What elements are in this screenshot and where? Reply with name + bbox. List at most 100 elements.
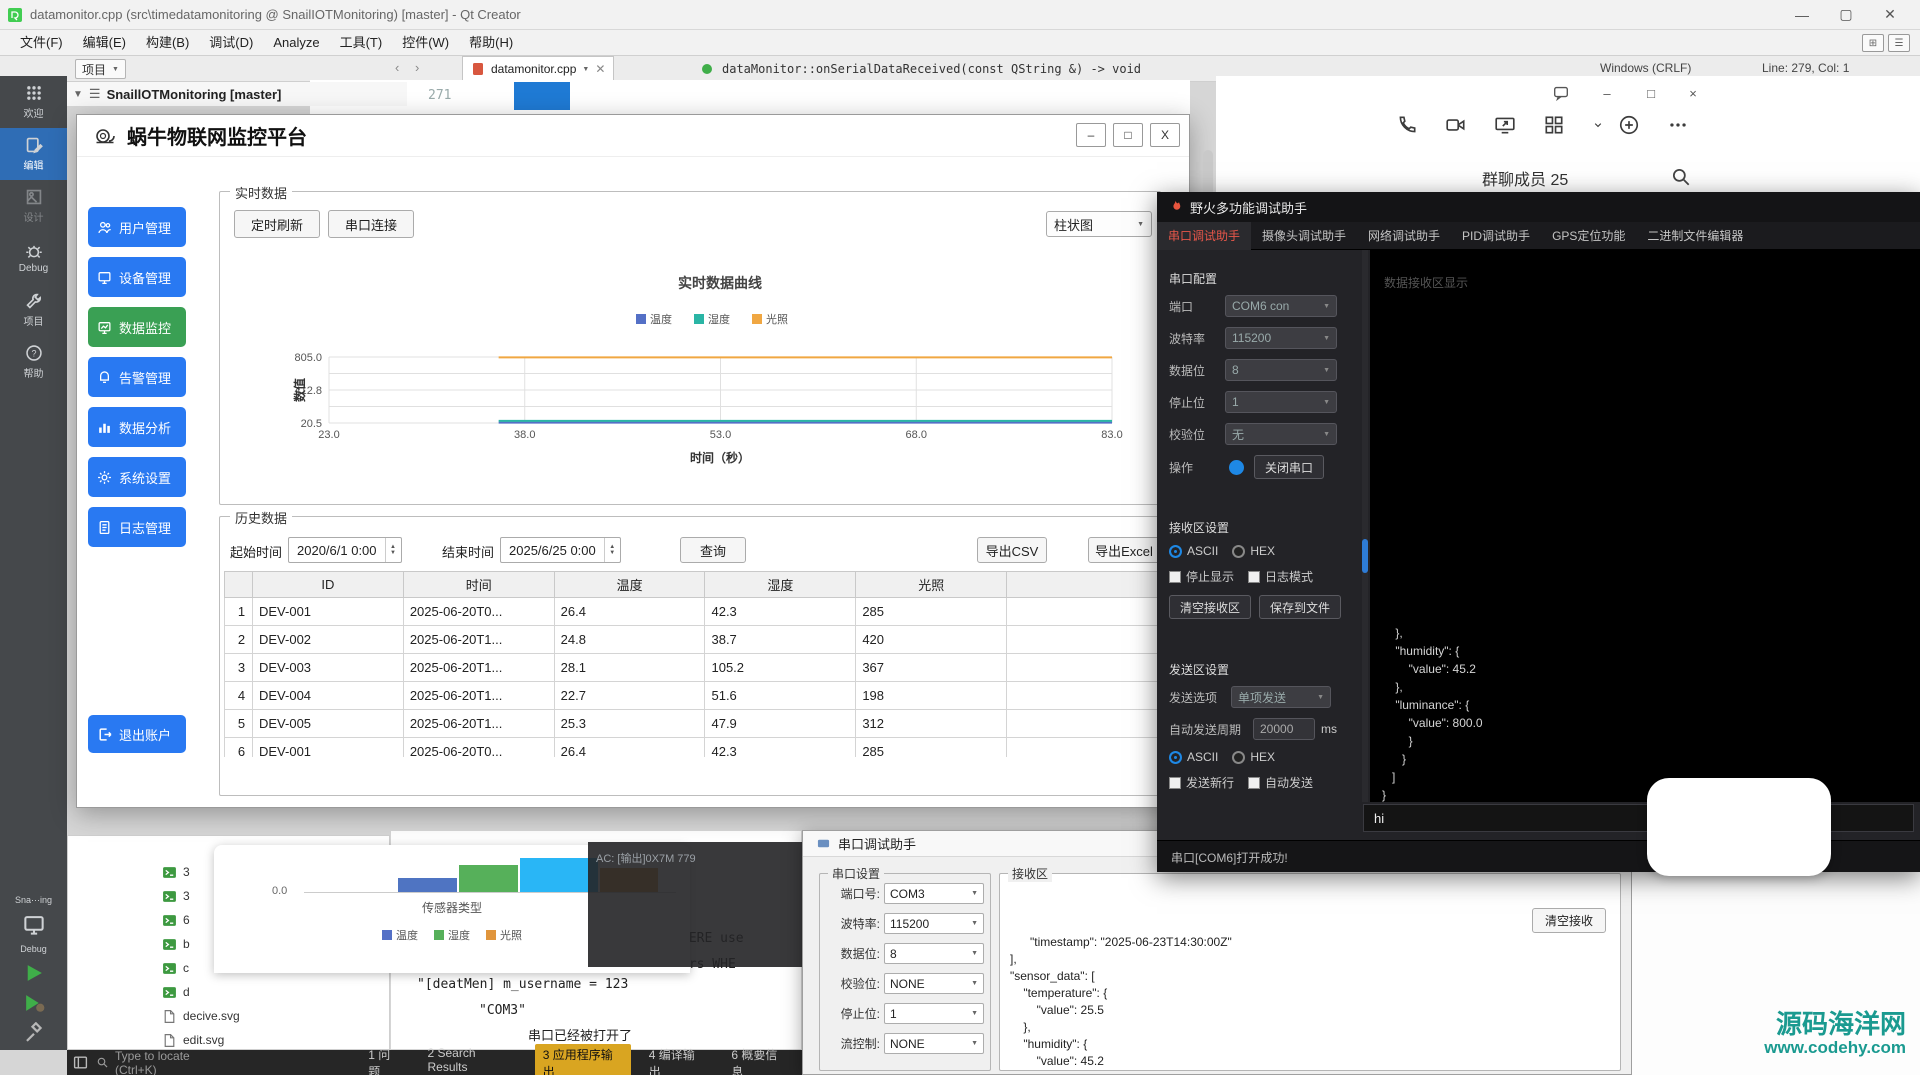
iot-maximize-button[interactable]: □	[1113, 123, 1143, 147]
chevron-down-icon[interactable]: ▼	[73, 89, 83, 100]
table-row[interactable]: 6DEV-0012025-06-20T0...26.442.3285	[225, 738, 1158, 758]
table-row[interactable]: 2DEV-0022025-06-20T1...24.838.7420	[225, 626, 1158, 654]
dock-item-编辑[interactable]: 编辑	[0, 128, 67, 180]
iot-minimize-button[interactable]: –	[1076, 123, 1106, 147]
group-member-count[interactable]: 群聊成员 25	[1482, 166, 1568, 190]
column-光照[interactable]: 光照	[856, 572, 1007, 598]
dock-item-设计[interactable]: 设计	[0, 180, 67, 232]
build-mode-label[interactable]: Debug	[20, 944, 47, 954]
serial2-received-json[interactable]: "timestamp": "2025-06-23T14:30:00Z"],"se…	[1010, 934, 1232, 1070]
start-time-input[interactable]: 2020/6/1 0:00 ▲▼	[288, 537, 402, 563]
column-时间[interactable]: 时间	[403, 572, 554, 598]
dock-item-欢迎[interactable]: 欢迎	[0, 76, 67, 128]
spinner-icon[interactable]: ▲▼	[604, 538, 620, 562]
send-newline-checkbox[interactable]	[1169, 777, 1181, 789]
sidebar-item-数据监控[interactable]: 数据监控	[88, 307, 186, 347]
symbol-signature[interactable]: dataMonitor::onSerialDataReceived(const …	[722, 62, 1141, 76]
close-tab-icon[interactable]: ✕	[595, 62, 605, 76]
fire-tab-GPS定位功能[interactable]: GPS定位功能	[1541, 222, 1636, 250]
send-ascii-radio[interactable]	[1169, 751, 1182, 764]
iot-close-button[interactable]: X	[1150, 123, 1180, 147]
plus-circle-icon[interactable]	[1616, 112, 1642, 138]
run-button[interactable]	[23, 962, 45, 984]
fire-tab-二进制文件编辑器[interactable]: 二进制文件编辑器	[1636, 222, 1754, 250]
sidebar-item-告警管理[interactable]: 告警管理	[88, 357, 186, 397]
output-pane-tab-2[interactable]: 2 Search Results	[420, 1044, 525, 1075]
config-select-3[interactable]: 1▼	[1225, 391, 1337, 413]
history-table-wrap[interactable]: ID时间温度湿度光照1DEV-0012025-06-20T0...26.442.…	[224, 571, 1158, 757]
recv-hex-radio[interactable]	[1232, 545, 1245, 558]
hamburger-icon[interactable]: ☰	[89, 86, 101, 102]
query-button[interactable]: 查询	[680, 537, 746, 563]
auto-send-checkbox[interactable]	[1248, 777, 1260, 789]
serial2-select-4[interactable]: 1▼	[884, 1003, 984, 1024]
save-to-file-button[interactable]: 保存到文件	[1259, 595, 1341, 619]
project-pane-combo[interactable]: 项目▼	[75, 59, 126, 79]
nav-back-icon[interactable]: ‹	[395, 60, 399, 75]
config-select-2[interactable]: 8▼	[1225, 359, 1337, 381]
serial-open-toggle[interactable]	[1229, 460, 1244, 475]
dock-item-帮助[interactable]: ?帮助	[0, 336, 67, 388]
column-温度[interactable]: 温度	[554, 572, 705, 598]
qt-menu-0[interactable]: 文件(F)	[10, 30, 73, 56]
fire-receive-area[interactable]: 数据接收区显示 }, "humidity": { "value": 45.2 }…	[1370, 250, 1920, 802]
log-mode-checkbox[interactable]	[1248, 571, 1260, 583]
clear-receive-button[interactable]: 清空接收	[1532, 908, 1606, 933]
serial2-select-1[interactable]: 115200▼	[884, 913, 984, 934]
close-serial-button[interactable]: 关闭串口	[1254, 455, 1324, 479]
wechat-minimize-button[interactable]: –	[1592, 82, 1622, 104]
file-list-item[interactable]: decive.svg	[68, 1004, 389, 1028]
build-hammer-button[interactable]	[23, 1022, 45, 1044]
serial2-select-3[interactable]: NONE▼	[884, 973, 984, 994]
qt-menu-7[interactable]: 帮助(H)	[459, 30, 523, 56]
sidebar-toggle-icon[interactable]	[73, 1055, 88, 1070]
sidebar-item-设备管理[interactable]: 设备管理	[88, 257, 186, 297]
fire-tab-PID调试助手[interactable]: PID调试助手	[1451, 222, 1541, 250]
export-excel-button[interactable]: 导出Excel	[1088, 537, 1160, 563]
table-row[interactable]: 1DEV-0012025-06-20T0...26.442.3285	[225, 598, 1158, 626]
serial2-select-2[interactable]: 8▼	[884, 943, 984, 964]
send-input[interactable]: hi	[1363, 804, 1914, 832]
qt-minimize-button[interactable]: —	[1780, 1, 1824, 29]
send-option-select[interactable]: 单项发送▼	[1231, 686, 1331, 708]
logout-button[interactable]: 退出账户	[88, 715, 186, 753]
editor-layout-icon[interactable]: ☰	[1888, 34, 1910, 52]
grid-icon[interactable]	[1541, 112, 1567, 138]
qt-menu-2[interactable]: 构建(B)	[136, 30, 199, 56]
dock-item-Debug[interactable]: Debug	[0, 232, 67, 284]
qt-menu-3[interactable]: 调试(D)	[199, 30, 263, 56]
table-row[interactable]: 3DEV-0032025-06-20T1...28.1105.2367	[225, 654, 1158, 682]
locator[interactable]: Type to locate (Ctrl+K)	[96, 1049, 232, 1075]
search-icon[interactable]	[1668, 164, 1694, 190]
column-ID[interactable]: ID	[253, 572, 404, 598]
dock-item-项目[interactable]: 项目	[0, 284, 67, 336]
sidebar-item-用户管理[interactable]: 用户管理	[88, 207, 186, 247]
table-row[interactable]: 5DEV-0052025-06-20T1...25.347.9312	[225, 710, 1158, 738]
output-pane-tab-4[interactable]: 4 编译输出	[641, 1044, 714, 1075]
sidebar-item-日志管理[interactable]: 日志管理	[88, 507, 186, 547]
nav-forward-icon[interactable]: ›	[415, 60, 419, 75]
chevron-down-icon[interactable]	[1590, 112, 1606, 138]
config-select-0[interactable]: COM6 con▼	[1225, 295, 1337, 317]
fire-scrollbar[interactable]	[1362, 250, 1368, 802]
clear-recv-button[interactable]: 清空接收区	[1169, 595, 1251, 619]
phone-icon[interactable]	[1394, 112, 1420, 138]
send-hex-radio[interactable]	[1232, 751, 1245, 764]
fire-tab-网络调试助手[interactable]: 网络调试助手	[1357, 222, 1451, 250]
sidebar-item-数据分析[interactable]: 数据分析	[88, 407, 186, 447]
qt-menu-5[interactable]: 工具(T)	[330, 30, 393, 56]
qt-menu-4[interactable]: Analyze	[263, 30, 329, 56]
output-pane-tab-3[interactable]: 3 应用程序输出	[535, 1044, 631, 1075]
spinner-icon[interactable]: ▲▼	[385, 538, 401, 562]
qt-menu-1[interactable]: 编辑(E)	[73, 30, 136, 56]
debug-target-icon[interactable]	[23, 914, 45, 936]
fire-tab-摄像头调试助手[interactable]: 摄像头调试助手	[1251, 222, 1357, 250]
more-icon[interactable]	[1665, 112, 1691, 138]
serial2-select-5[interactable]: NONE▼	[884, 1033, 984, 1054]
recv-ascii-radio[interactable]	[1169, 545, 1182, 558]
qt-menu-6[interactable]: 控件(W)	[392, 30, 459, 56]
table-row[interactable]: 4DEV-0042025-06-20T1...22.751.6198	[225, 682, 1158, 710]
scrollbar-thumb[interactable]	[1203, 150, 1213, 196]
column-湿度[interactable]: 湿度	[705, 572, 856, 598]
line-ending-indicator[interactable]: Windows (CRLF)	[1600, 61, 1691, 75]
